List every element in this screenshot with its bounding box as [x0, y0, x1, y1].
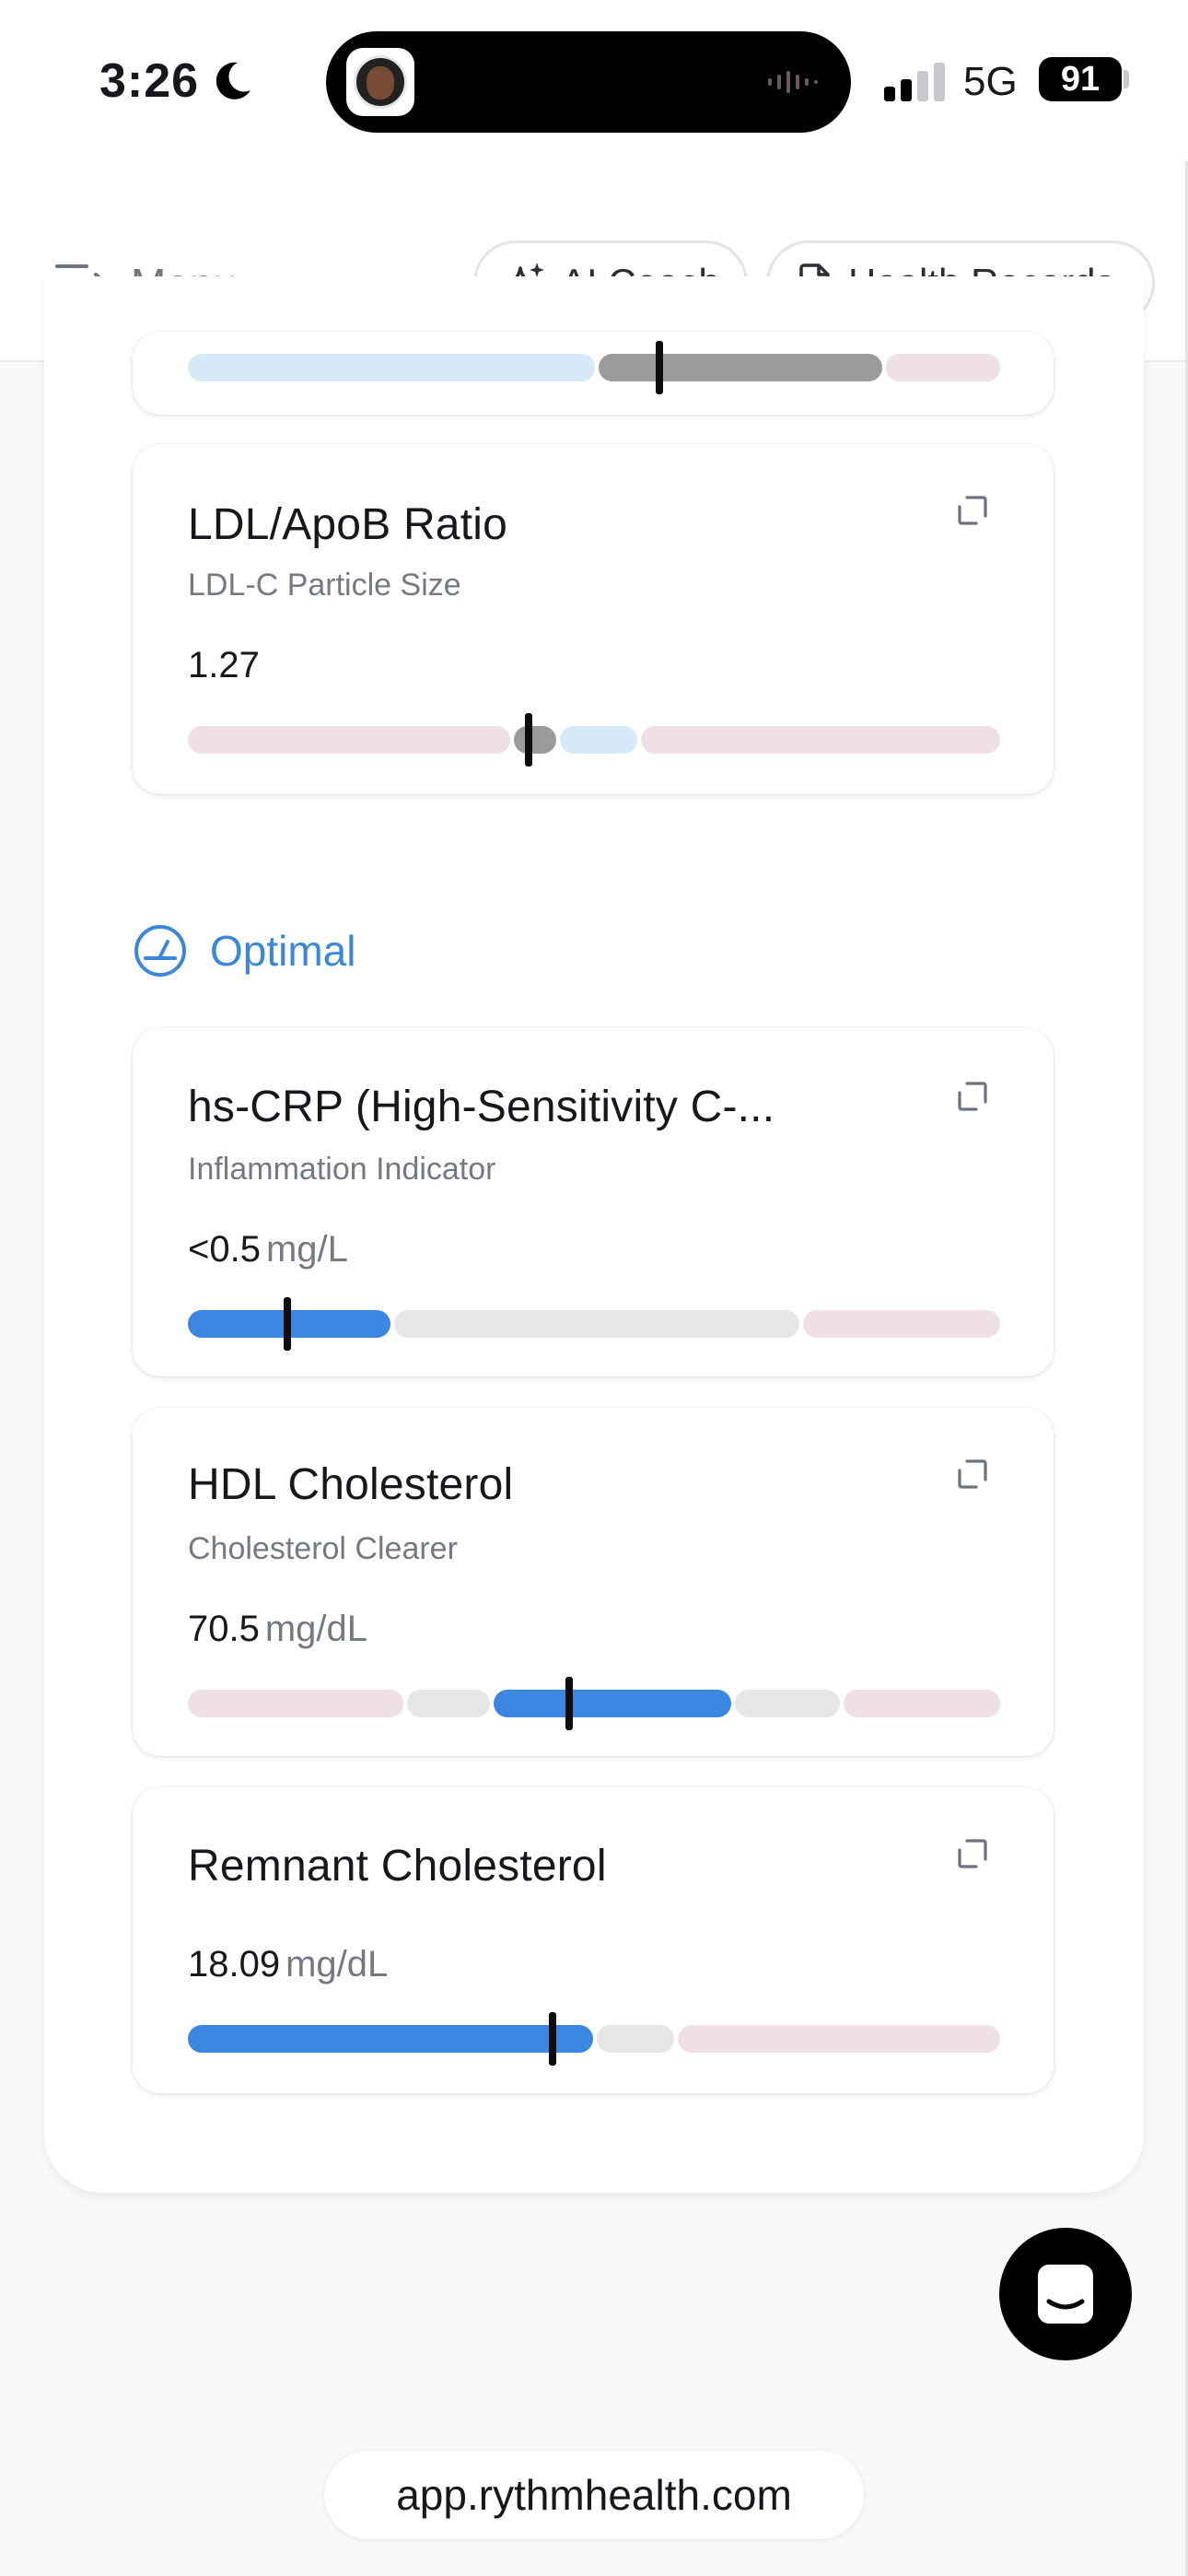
biomarker-subtitle: Inflammation Indicator	[188, 1152, 496, 1187]
range-bar	[188, 713, 1000, 767]
biomarker-card-partial[interactable]	[133, 332, 1054, 415]
biomarker-card[interactable]: LDL/ApoB Ratio LDL-C Particle Size 1.27	[133, 444, 1054, 794]
biomarker-title: HDL Cholesterol	[188, 1460, 514, 1509]
gauge-icon	[134, 925, 186, 977]
biomarker-title: hs-CRP (High-Sensitivity C-...	[188, 1083, 775, 1131]
biomarker-value: 70.5 mg/dL	[188, 1609, 368, 1649]
biomarker-card[interactable]: Remnant Cholesterol 18.09 mg/dL	[133, 1787, 1054, 2093]
range-marker	[565, 1677, 573, 1730]
biomarker-title: Remnant Cholesterol	[188, 1842, 607, 1891]
biomarker-title: LDL/ApoB Ratio	[188, 500, 508, 549]
range-bar	[188, 2012, 1000, 2066]
range-marker	[525, 713, 532, 767]
range-marker	[549, 2012, 556, 2066]
avatar	[346, 48, 414, 116]
biomarker-card[interactable]: HDL Cholesterol Cholesterol Clearer 70.5…	[133, 1408, 1054, 1756]
section-header-optimal: Optimal	[133, 921, 355, 980]
biomarker-value: 1.27	[188, 645, 260, 685]
chat-button[interactable]	[999, 2228, 1132, 2360]
moon-icon	[215, 62, 250, 100]
range-bar	[188, 341, 1000, 394]
audio-wave-icon	[768, 71, 818, 93]
expand-icon[interactable]	[956, 1080, 989, 1113]
network-type: 5G	[963, 59, 1018, 104]
range-bar	[188, 1297, 1000, 1351]
chat-icon	[1038, 2265, 1093, 2324]
expand-icon[interactable]	[956, 494, 989, 527]
browser-url-bar[interactable]: app.rythmhealth.com	[324, 2451, 864, 2539]
expand-icon[interactable]	[956, 1458, 989, 1491]
status-time: 3:26	[99, 54, 200, 108]
biomarker-value: 18.09 mg/dL	[188, 1944, 389, 1985]
range-marker	[656, 341, 663, 394]
signal-icon	[884, 63, 945, 101]
dynamic-island[interactable]	[326, 31, 851, 133]
biomarker-subtitle: LDL-C Particle Size	[188, 568, 461, 603]
expand-icon[interactable]	[956, 1837, 989, 1870]
range-marker	[284, 1297, 291, 1351]
biomarker-subtitle: Cholesterol Clearer	[188, 1531, 458, 1566]
battery-icon: 91	[1039, 57, 1122, 101]
section-label: Optimal	[210, 927, 356, 975]
range-bar	[188, 1677, 1000, 1730]
battery-cap	[1124, 70, 1129, 88]
biomarker-value: <0.5 mg/L	[188, 1229, 348, 1270]
biomarker-card[interactable]: hs-CRP (High-Sensitivity C-... Inflammat…	[133, 1028, 1054, 1376]
status-bar: 3:26 5G 91	[0, 0, 1188, 161]
